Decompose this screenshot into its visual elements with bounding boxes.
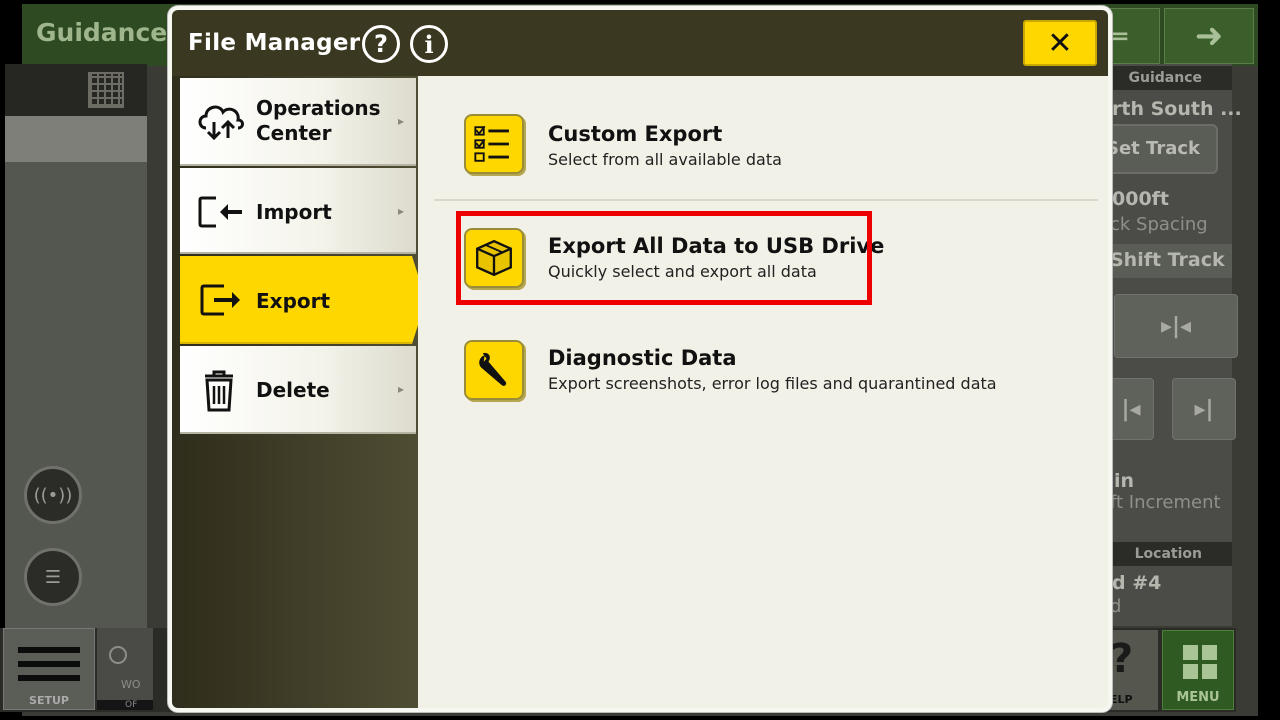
- sidebar-item-label: Delete: [256, 378, 330, 402]
- dialog-header: File Manager ? i ✕: [172, 10, 1108, 76]
- option-subtitle: Select from all available data: [548, 150, 782, 169]
- close-icon: ✕: [1047, 25, 1073, 61]
- nav-forward-button[interactable]: ➜: [1164, 8, 1254, 64]
- trash-icon: [205, 370, 233, 412]
- shift-track-label: Shift Track: [1110, 249, 1225, 271]
- radio-icon: [109, 646, 127, 664]
- highlight-box: [456, 211, 872, 305]
- option-title: Diagnostic Data: [548, 346, 737, 370]
- sidebar-item-delete[interactable]: Delete ▸: [180, 346, 416, 434]
- menu-grid-icon: [1183, 645, 1217, 679]
- increment-value: in: [1114, 470, 1135, 492]
- sidebar-item-label: Center: [256, 121, 332, 145]
- wifi-circle-icon[interactable]: ((•)): [24, 466, 82, 524]
- checklist-icon: [464, 114, 524, 174]
- sidebar-item-import[interactable]: Import ▸: [180, 168, 416, 254]
- chevron-right-icon: ▸: [398, 382, 405, 396]
- field-grid-icon: [88, 72, 124, 108]
- cloud-sync-icon: [198, 105, 244, 141]
- dialog-title: File Manager: [188, 30, 361, 56]
- sidebar-item-label: Import: [256, 200, 332, 224]
- increment-label: ft Increment: [1110, 492, 1221, 513]
- option-subtitle: Export screenshots, error log files and …: [548, 374, 997, 393]
- track-name: rth South ...: [1112, 98, 1242, 120]
- map-header-strip: [5, 64, 147, 116]
- map-band: [5, 116, 147, 162]
- sidebar-item-operations-center[interactable]: Operations Center ▸: [180, 78, 416, 166]
- sidebar-item-label: Operations: [256, 96, 381, 120]
- export-options-panel: Custom Export Select from all available …: [418, 76, 1108, 708]
- info-icon[interactable]: i: [410, 25, 448, 63]
- sidebar-item-export[interactable]: Export: [180, 256, 426, 344]
- spacing-label: ck Spacing: [1110, 214, 1208, 235]
- help-icon[interactable]: ?: [362, 25, 400, 63]
- file-manager-sidebar: Operations Center ▸ Import ▸ Export Dele…: [172, 76, 426, 708]
- work-button[interactable]: WO OF: [97, 628, 153, 710]
- shift-right-button[interactable]: ▸|: [1172, 378, 1236, 440]
- chevron-right-icon: ▸: [398, 204, 405, 218]
- location-value: d #4: [1112, 572, 1162, 594]
- wrench-icon: [464, 340, 524, 400]
- help-question-icon: ?: [1110, 636, 1134, 682]
- import-icon: [198, 196, 242, 228]
- export-icon: [200, 284, 240, 316]
- list-circle-icon[interactable]: ☰: [24, 548, 82, 606]
- guidance-title: Guidance: [36, 18, 168, 47]
- setup-button[interactable]: SETUP: [3, 628, 95, 710]
- menu-button[interactable]: MENU: [1162, 630, 1234, 710]
- file-manager-dialog: File Manager ? i ✕ Operations Center ▸ I…: [168, 6, 1112, 712]
- shift-left-button[interactable]: |◂: [1108, 378, 1154, 440]
- option-title: Custom Export: [548, 122, 723, 146]
- chevron-right-icon: ▸: [398, 114, 405, 128]
- sidebar-item-label: Export: [256, 289, 331, 313]
- close-button[interactable]: ✕: [1023, 20, 1097, 66]
- spacing-value: 000ft: [1112, 188, 1170, 210]
- center-track-button[interactable]: ▸|◂: [1114, 294, 1238, 358]
- divider: [434, 199, 1098, 201]
- setup-list-icon: [18, 643, 80, 687]
